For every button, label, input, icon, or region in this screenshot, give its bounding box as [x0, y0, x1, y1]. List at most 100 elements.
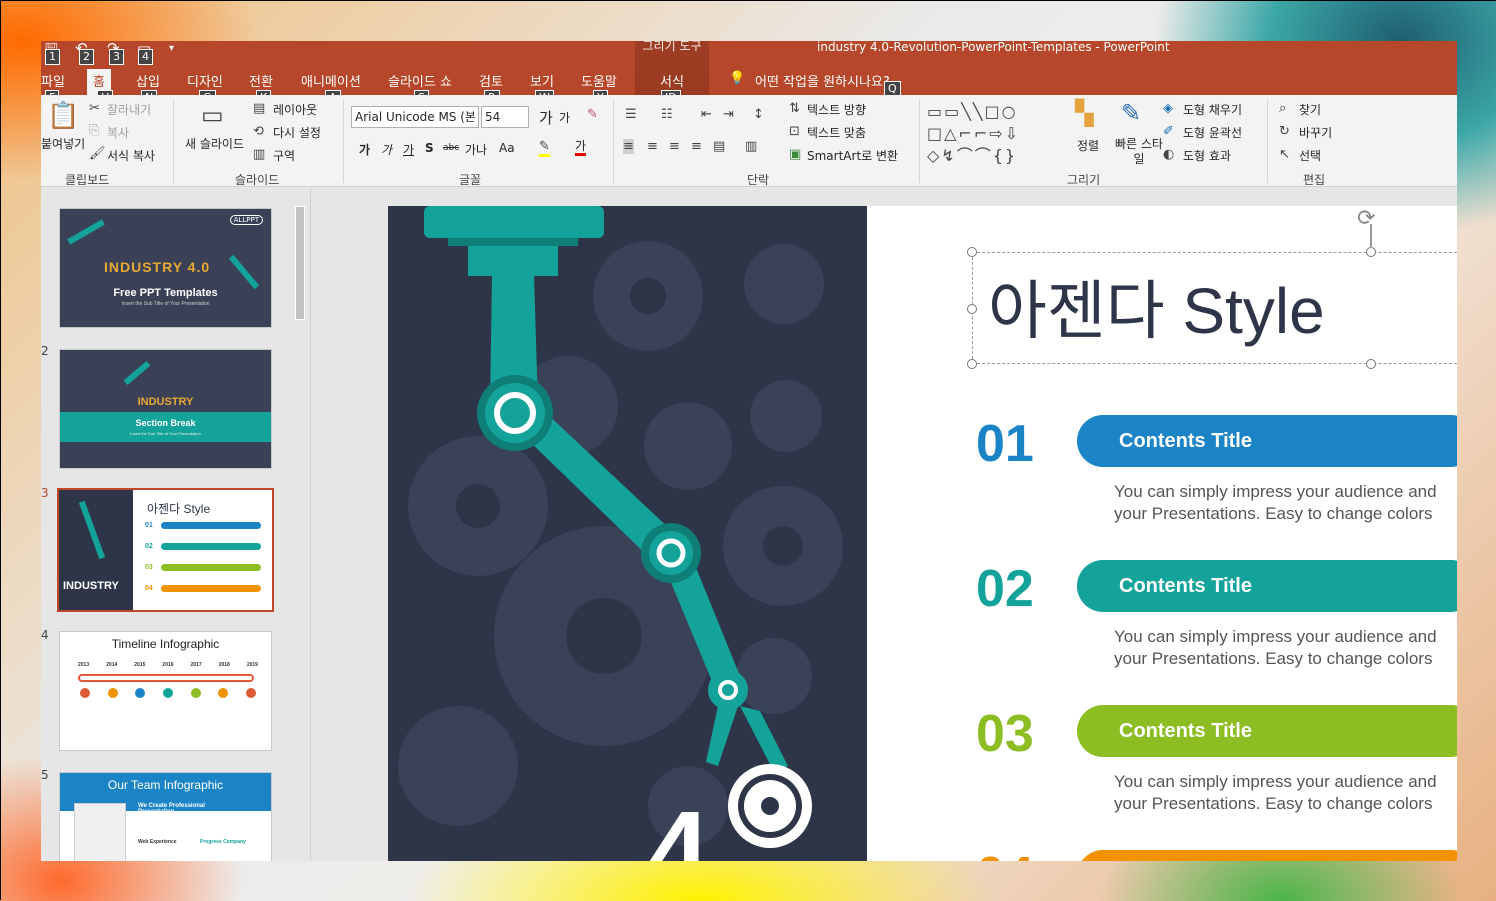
group-label-paragraph: 단락	[747, 173, 770, 187]
shapes-gallery[interactable]: ▭▭╲╲□○ □△⌐⌐⇨⇩ ◇↯⌒⌒{}	[927, 101, 1059, 167]
italic-button[interactable]: 가	[381, 141, 392, 158]
shrink-font-button[interactable]: 가	[559, 109, 570, 126]
grow-font-button[interactable]: 가	[539, 107, 553, 128]
increase-indent-icon[interactable]: ⇥	[723, 107, 734, 122]
underline-button[interactable]: 가	[403, 141, 414, 158]
tab-review[interactable]: 검토	[479, 71, 503, 90]
align-center-icon[interactable]: ≡	[647, 139, 658, 154]
year-label: 2015	[134, 662, 146, 668]
thumb-title: 아젠다 Style	[147, 502, 211, 516]
thumbnail-scrollbar[interactable]	[293, 190, 307, 860]
numbering-icon[interactable]: ☷	[661, 107, 673, 122]
new-slide-button[interactable]: 새 슬라이드	[185, 135, 244, 152]
shape-effects-button[interactable]: 도형 효과	[1183, 147, 1231, 164]
resize-handle[interactable]	[1366, 359, 1376, 369]
agenda-number: 01	[976, 415, 1034, 473]
agenda-pill[interactable]: Contents Title	[1077, 560, 1457, 612]
slide-number: 2	[41, 344, 49, 358]
justify-icon[interactable]: ≡	[691, 139, 702, 154]
timeline-bar	[78, 674, 254, 682]
text-direction-button[interactable]: 텍스트 방향	[807, 101, 866, 118]
clear-format-icon[interactable]: ✎	[587, 107, 598, 122]
agenda-pill[interactable]: Contents Title	[1077, 705, 1457, 757]
scrollbar-thumb[interactable]	[295, 206, 305, 320]
decrease-indent-icon[interactable]: ⇤	[701, 107, 712, 122]
slide-thumbnail-4[interactable]: Timeline Infographic 2013 2014 2015 2016 201…	[59, 631, 272, 751]
reset-button[interactable]: 다시 설정	[273, 124, 321, 141]
tab-slideshow[interactable]: 슬라이드 쇼	[388, 71, 452, 90]
tab-insert[interactable]: 삽입	[136, 71, 160, 90]
rotate-handle-icon[interactable]: ⟳	[1357, 206, 1375, 231]
shape-outline-button[interactable]: 도형 윤곽선	[1183, 124, 1242, 141]
tab-animations[interactable]: 애니메이션	[301, 71, 361, 90]
tab-transitions[interactable]: 전환	[249, 71, 273, 90]
shadow-button[interactable]: S	[425, 141, 434, 155]
align-text-button[interactable]: 텍스트 맞춤	[807, 124, 866, 141]
slide-title[interactable]: 아젠다 Style	[988, 260, 1325, 352]
agenda-number: 02	[976, 560, 1034, 618]
quick-styles-button[interactable]: 빠른 스타일	[1111, 137, 1167, 167]
arrange-button[interactable]: 정렬	[1077, 137, 1099, 154]
resize-handle[interactable]	[967, 359, 977, 369]
thumb-pill	[161, 585, 261, 592]
shape-fill-button[interactable]: 도형 채우기	[1183, 101, 1242, 118]
text-direction-icon: ⇅	[789, 101, 800, 116]
qat-customize-icon[interactable]: ▾	[169, 43, 174, 54]
bold-button[interactable]: 가	[359, 141, 370, 158]
slide-thumbnail-5[interactable]: Our Team Infographic We Create Professio…	[59, 772, 272, 861]
timeline-dot	[245, 688, 256, 698]
line-spacing-icon[interactable]: ↕	[753, 107, 764, 122]
new-slide-icon[interactable]: ▭	[201, 101, 224, 129]
align-left-icon[interactable]: ≡	[623, 139, 634, 154]
thumb-small-text: Insert the Sub Title of Your Presentatio…	[121, 301, 210, 307]
group-label-slides: 슬라이드	[235, 173, 280, 187]
align-right-icon[interactable]: ≡	[669, 139, 680, 154]
select-button[interactable]: 선택	[1299, 147, 1321, 164]
thumb-item-num: 03	[145, 564, 153, 571]
tab-file[interactable]: 파일	[41, 71, 65, 90]
cut-button[interactable]: 잘라내기	[107, 101, 151, 118]
year-label: 2014	[106, 662, 118, 668]
shape-outline-icon: ✐	[1163, 124, 1174, 139]
tell-me-box[interactable]: 어떤 작업을 원하시나요?	[755, 71, 890, 90]
distribute-icon[interactable]: ▤	[713, 139, 725, 154]
slide-thumbnail-2[interactable]: INDUSTRY Section Break Insert the Sub Ti…	[59, 349, 272, 469]
change-case-button[interactable]: Aa	[499, 141, 515, 155]
slide-thumbnail-1[interactable]: ALLPPT INDUSTRY 4.0 Free PPT Templates I…	[59, 208, 272, 328]
resize-handle[interactable]	[967, 247, 977, 257]
copy-button[interactable]: 복사	[107, 124, 129, 141]
paste-icon[interactable]: 📋	[47, 101, 79, 131]
font-color-button[interactable]: 가	[575, 139, 587, 156]
agenda-pill[interactable]	[1077, 850, 1457, 861]
char-spacing-button[interactable]: 가나	[465, 141, 487, 158]
slide-thumbnail-pane: ALLPPT INDUSTRY 4.0 Free PPT Templates I…	[41, 188, 311, 861]
replace-button[interactable]: 바꾸기	[1299, 124, 1332, 141]
slide-thumbnail-3-selected[interactable]: INDUSTRY 아젠다 Style 01 02 03 04	[57, 488, 274, 612]
tab-view[interactable]: 보기	[530, 71, 554, 90]
find-button[interactable]: 찾기	[1299, 101, 1321, 118]
agenda-pill[interactable]: Contents Title	[1077, 415, 1457, 467]
font-name-combo[interactable]: Arial Unicode MS (본	[351, 106, 479, 128]
thumb-title: INDUSTRY	[137, 396, 194, 408]
thumb-title: INDUSTRY 4.0	[104, 259, 211, 275]
section-button[interactable]: 구역	[273, 147, 295, 164]
resize-handle[interactable]	[967, 304, 977, 314]
format-painter-button[interactable]: 서식 복사	[107, 147, 155, 164]
keytip: 2	[79, 49, 94, 65]
resize-handle[interactable]	[1366, 247, 1376, 257]
columns-icon[interactable]: ▥	[745, 139, 757, 154]
paste-button[interactable]: 붙여넣기	[41, 135, 85, 152]
bullets-icon[interactable]: ☰	[625, 107, 637, 122]
font-size-combo[interactable]: 54	[481, 106, 529, 128]
highlight-icon[interactable]: ✎	[539, 139, 550, 157]
smartart-button[interactable]: SmartArt로 변환	[807, 147, 898, 164]
tab-design[interactable]: 디자인	[187, 71, 223, 90]
layout-button[interactable]: 레이아웃	[273, 101, 317, 118]
slide-3[interactable]: 4 아젠다 Style ⟳ 01 Contents Title You can …	[388, 206, 1457, 861]
strikethrough-button[interactable]: abc	[443, 143, 459, 153]
thumb-pill	[161, 543, 261, 550]
tab-help[interactable]: 도움말	[581, 71, 617, 90]
agenda-desc-line: You can simply impress your audience and	[1114, 627, 1437, 646]
thumb-title: Timeline Infographic	[111, 637, 220, 651]
divider	[1267, 99, 1268, 183]
